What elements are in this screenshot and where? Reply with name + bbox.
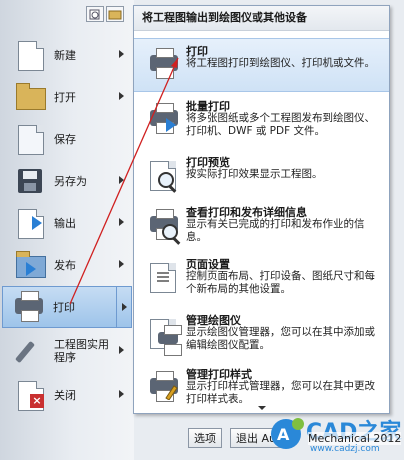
batch-plot-icon <box>146 102 180 136</box>
application-menu-left: 新建 打开 保存 另存为 输出 发布 打印 工程图实用 程序 × 关闭 <box>0 0 134 460</box>
watermark: A CAD之家 Mechanical 2012 www.cadzj.com <box>268 412 404 460</box>
plotter-manager-icon <box>146 316 182 356</box>
open-documents-icon[interactable] <box>106 6 124 22</box>
watermark-url: www.cadzj.com <box>310 444 380 454</box>
submenu-item-desc: 显示有关已完成的打印和发布作业的信息。 <box>186 218 365 243</box>
submenu-item-plotter-manager[interactable]: 管理绘图仪 显示绘图仪管理器，您可以在其中添加或编辑绘图仪配置。 <box>134 308 389 360</box>
options-button[interactable]: 选项 <box>188 428 222 448</box>
menu-item-label-line1: 工程图实用 <box>54 338 109 351</box>
submenu-item-desc: 显示绘图仪管理器，您可以在其中添加或编辑绘图仪配置。 <box>186 326 375 351</box>
publish-icon <box>12 248 48 282</box>
menu-item-label: 打开 <box>54 90 76 104</box>
menu-item-label-line2: 程序 <box>54 351 76 364</box>
submenu-arrow-icon <box>122 303 127 311</box>
menu-item-plot[interactable]: 打印 <box>2 286 132 328</box>
menu-item-label: 另存为 <box>54 174 87 188</box>
recent-documents-icon[interactable] <box>86 6 104 22</box>
recent-docs-toolbar <box>86 6 124 22</box>
submenu-arrow-icon <box>119 390 124 398</box>
submenu-item-desc: 控制页面布局、打印设备、图纸尺寸和每个新布局的其他设置。 <box>186 270 375 295</box>
printer-icon <box>146 47 180 81</box>
submenu-item-desc: 显示打印样式管理器，您可以在其中更改打印样式表。 <box>186 380 375 405</box>
menu-item-label: 打印 <box>53 300 75 314</box>
drawing-utilities-icon <box>12 334 48 368</box>
menu-item-publish[interactable]: 发布 <box>4 244 128 286</box>
submenu-item-batch-plot[interactable]: 批量打印 将多张图纸或多个工程图发布到绘图仪、打印机、DWF 或 PDF 文件。 <box>134 94 389 146</box>
submenu-item-plot-preview[interactable]: 打印预览 按实际打印效果显示工程图。 <box>134 150 389 202</box>
submenu-item-desc: 将工程图打印到绘图仪、打印机或文件。 <box>186 57 375 69</box>
menu-item-label: 工程图实用 程序 <box>54 338 109 364</box>
submenu-header: 将工程图输出到绘图仪或其他设备 <box>134 6 389 31</box>
submenu-item-plot[interactable]: 打印 将工程图打印到绘图仪、打印机或文件。 <box>134 38 389 92</box>
menu-item-new[interactable]: 新建 <box>4 34 128 76</box>
submenu-arrow-icon <box>119 92 124 100</box>
submenu-item-desc: 按实际打印效果显示工程图。 <box>186 168 323 180</box>
menu-item-export[interactable]: 输出 <box>4 202 128 244</box>
submenu-arrow-icon <box>119 346 124 354</box>
submenu-item-plot-details[interactable]: 查看打印和发布详细信息 显示有关已完成的打印和发布作业的信息。 <box>134 200 389 252</box>
menu-item-label: 保存 <box>54 132 76 146</box>
menu-item-drawing-utilities[interactable]: 工程图实用 程序 <box>4 330 128 372</box>
submenu-arrow-icon <box>119 218 124 226</box>
plot-submenu-panel: 将工程图输出到绘图仪或其他设备 打印 将工程图打印到绘图仪、打印机或文件。 批量… <box>133 5 390 414</box>
menu-item-close[interactable]: × 关闭 <box>4 374 128 416</box>
menu-item-save-as[interactable]: 另存为 <box>4 160 128 202</box>
menu-item-label: 新建 <box>54 48 76 62</box>
plot-styles-icon <box>146 370 180 404</box>
plot-details-icon <box>146 208 180 242</box>
menu-item-label: 发布 <box>54 258 76 272</box>
new-page-icon <box>12 38 48 72</box>
svg-text:A: A <box>277 425 290 444</box>
plot-preview-icon <box>146 158 180 192</box>
menu-item-open[interactable]: 打开 <box>4 76 128 118</box>
close-drawing-icon: × <box>12 378 48 412</box>
scroll-down-icon[interactable] <box>258 406 266 410</box>
save-disk-icon <box>12 122 48 156</box>
submenu-arrow-icon <box>119 260 124 268</box>
menu-item-label: 关闭 <box>54 388 76 402</box>
save-as-icon <box>12 164 48 198</box>
printer-icon <box>11 290 47 324</box>
menu-item-save[interactable]: 保存 <box>4 118 128 160</box>
export-icon <box>12 206 48 240</box>
menu-item-label: 输出 <box>54 216 76 230</box>
page-setup-icon <box>146 260 180 294</box>
submenu-item-page-setup[interactable]: 页面设置 控制页面布局、打印设备、图纸尺寸和每个新布局的其他设置。 <box>134 252 389 304</box>
submenu-arrow-icon <box>119 176 124 184</box>
open-folder-icon <box>12 80 48 114</box>
submenu-item-desc: 将多张图纸或多个工程图发布到绘图仪、打印机、DWF 或 PDF 文件。 <box>186 112 375 137</box>
submenu-arrow-icon <box>119 50 124 58</box>
cad-home-logo-icon: A <box>271 418 304 449</box>
